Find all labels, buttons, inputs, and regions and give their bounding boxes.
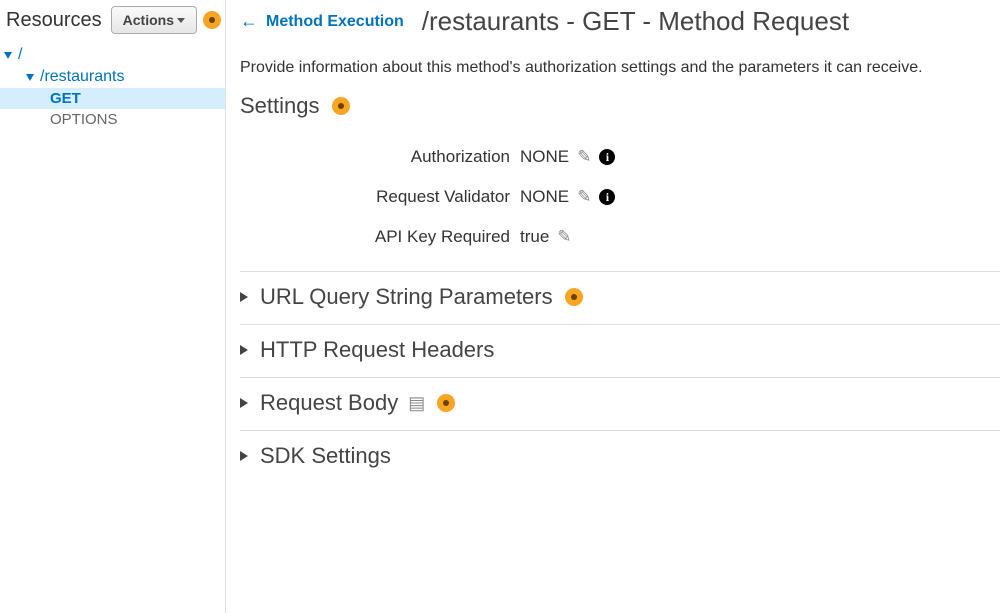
tree-method-get-label: GET [50,90,81,107]
sidebar: Resources Actions / /restaurants GET OPT… [0,0,225,613]
label-authorization: Authorization [240,147,520,167]
document-icon: ▤ [408,393,425,414]
info-icon[interactable]: i [599,189,615,205]
caret-right-icon[interactable] [240,345,248,355]
actions-button[interactable]: Actions [111,6,197,34]
section-url-query-string-parameters: URL Query String Parameters [240,272,1000,325]
tree-method-get[interactable]: GET [0,88,225,109]
warning-badge-icon [203,11,221,29]
section-request-body: Request Body ▤ [240,378,1000,431]
chevron-down-icon [26,74,34,81]
settings-table: Authorization NONE ✎ i Request Validator… [240,119,1000,257]
chevron-down-icon [177,18,185,23]
section-url-query-title[interactable]: URL Query String Parameters [260,284,553,310]
row-api-key-required: API Key Required true ✎ [240,217,1000,257]
section-sdk-settings-title[interactable]: SDK Settings [260,443,391,469]
breadcrumb: ← Method Execution /restaurants - GET - … [240,6,1000,47]
section-http-request-headers: HTTP Request Headers [240,325,1000,378]
chevron-down-icon [4,52,12,59]
section-sdk-settings: SDK Settings [240,431,1000,483]
pencil-icon[interactable]: ✎ [557,227,571,247]
row-authorization: Authorization NONE ✎ i [240,137,1000,177]
row-request-validator: Request Validator NONE ✎ i [240,177,1000,217]
value-api-key-required: true [520,227,549,247]
tree-node-restaurants[interactable]: /restaurants [0,66,225,88]
value-authorization: NONE [520,147,569,167]
main-content: ← Method Execution /restaurants - GET - … [225,0,1000,613]
value-request-validator: NONE [520,187,569,207]
resources-title: Resources [4,9,111,32]
tree-restaurants-link[interactable]: /restaurants [40,68,124,86]
pencil-icon[interactable]: ✎ [577,147,591,167]
caret-right-icon[interactable] [240,451,248,461]
caret-right-icon[interactable] [240,398,248,408]
tree-method-options-label: OPTIONS [50,111,118,128]
method-execution-link[interactable]: Method Execution [266,13,404,31]
actions-button-label: Actions [123,12,174,28]
label-request-validator: Request Validator [240,187,520,207]
back-arrow-icon[interactable]: ← [240,11,258,32]
page-title: /restaurants - GET - Method Request [422,6,849,37]
warning-badge-icon [332,97,350,115]
info-icon[interactable]: i [599,149,615,165]
tree-node-root[interactable]: / [0,44,225,66]
warning-badge-icon [437,394,455,412]
section-settings: Settings Authorization NONE ✎ i Request … [240,81,1000,272]
resource-tree: / /restaurants GET OPTIONS [0,44,225,130]
tree-method-options[interactable]: OPTIONS [0,109,225,130]
page-description: Provide information about this method's … [240,47,1000,81]
caret-right-icon[interactable] [240,292,248,302]
sidebar-header: Resources Actions [0,6,225,44]
label-api-key-required: API Key Required [240,227,520,247]
section-request-body-title[interactable]: Request Body [260,390,398,416]
section-http-headers-title[interactable]: HTTP Request Headers [260,337,494,363]
warning-badge-icon [565,288,583,306]
pencil-icon[interactable]: ✎ [577,187,591,207]
section-settings-title: Settings [240,93,320,119]
tree-root-link[interactable]: / [18,46,22,64]
